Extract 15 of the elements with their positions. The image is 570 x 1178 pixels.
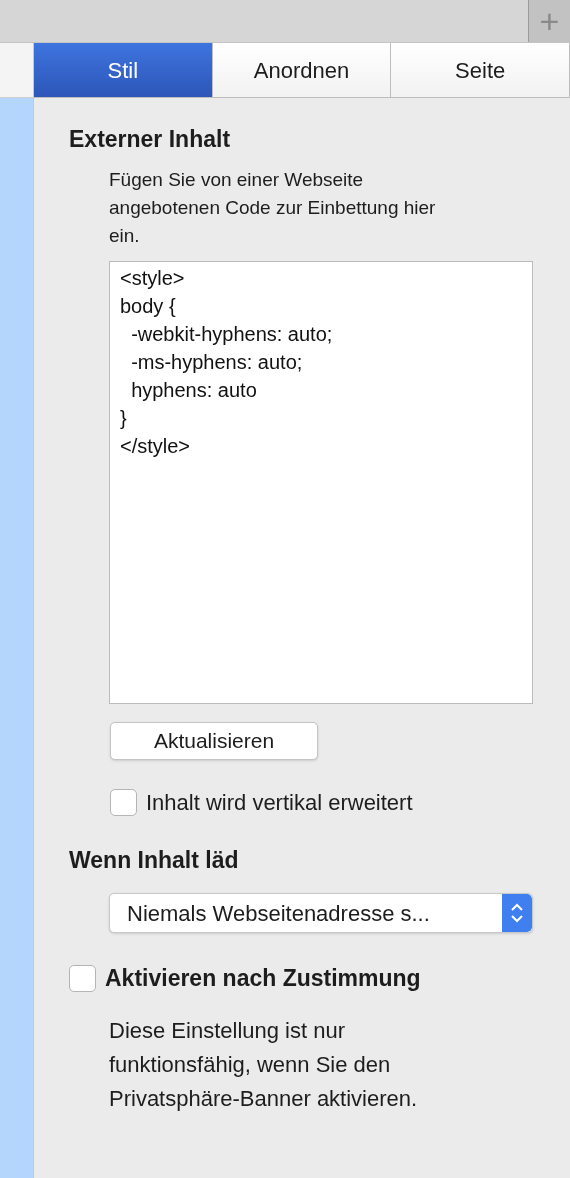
checkbox[interactable] [110, 789, 137, 816]
tab[interactable]: Stil [34, 43, 213, 97]
code-input-field[interactable]: <style> body { -webkit-hyphens: auto; -ms-hyphens: auto; hyphens: auto } </style> [109, 261, 533, 704]
checkbox[interactable] [69, 964, 96, 992]
section-heading: Externer Inhalt [69, 125, 232, 154]
tab[interactable]: Anordnen [212, 43, 392, 97]
update-button[interactable]: Aktualisieren [110, 722, 318, 760]
note-text: Diese Einstellung ist nur funktionsfähig, wenn Sie den Privatsphäre-Banner aktivieren. [109, 1016, 419, 1113]
up-down-arrows-icon [510, 901, 524, 925]
tab[interactable]: Seite [391, 43, 570, 97]
description-text: Fügen Sie von einer Webseite angebotenen Code zur Einbettung hier ein. [109, 168, 437, 248]
checkbox-label: Inhalt wird vertikal erweitert [146, 789, 413, 817]
checkbox-label: Aktivieren nach Zustimmung [105, 964, 421, 993]
section-heading: Wenn Inhalt läd [69, 846, 240, 875]
dropdown[interactable]: Niemals Webseitenadresse s... [109, 893, 533, 933]
